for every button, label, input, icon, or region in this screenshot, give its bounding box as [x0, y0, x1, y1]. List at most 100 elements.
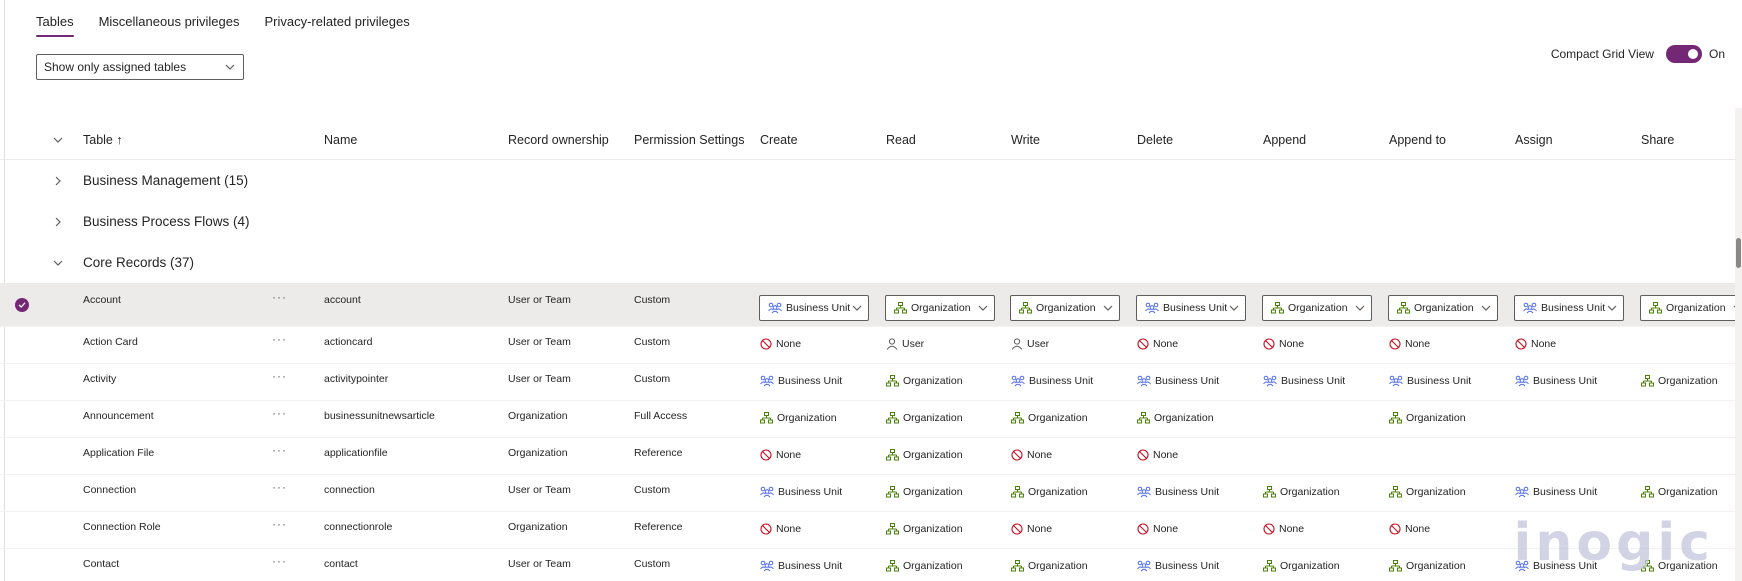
permission-dropdown-write[interactable]: Organization	[1010, 295, 1120, 321]
column-header-delete[interactable]: Delete	[1137, 133, 1173, 147]
row-more-options-button[interactable]: ···	[272, 480, 287, 494]
row-more-options-button[interactable]: ···	[272, 369, 287, 383]
column-header-append[interactable]: Append	[1263, 133, 1306, 147]
permission-share[interactable]: Organization	[1641, 486, 1718, 498]
collapse-all-chevron-icon[interactable]	[52, 134, 64, 146]
row-more-options-button[interactable]: ···	[272, 443, 287, 457]
column-header-read[interactable]: Read	[886, 133, 916, 147]
permission-create[interactable]: Business Unit	[760, 375, 842, 387]
permission-append[interactable]: Organization	[1263, 560, 1340, 572]
permission-create[interactable]: Business Unit	[760, 486, 842, 498]
permission-create[interactable]: Business Unit	[760, 560, 842, 572]
group-business-process-flows[interactable]: Business Process Flows (4)	[0, 201, 1735, 242]
table-row[interactable]: Application File ··· applicationfile Organi…	[0, 438, 1735, 475]
column-header-share[interactable]: Share	[1641, 133, 1674, 147]
row-more-options-button[interactable]: ···	[272, 554, 287, 568]
column-header-name[interactable]: Name	[324, 133, 357, 147]
row-more-options-button[interactable]: ···	[272, 290, 287, 304]
permission-write[interactable]: Organization	[1011, 560, 1088, 572]
permission-append[interactable]: None	[1263, 523, 1304, 535]
permission-delete[interactable]: Business Unit	[1137, 486, 1219, 498]
tab-privacy-related-privileges[interactable]: Privacy-related privileges	[264, 14, 409, 37]
grid-header: Table ↑ Name Record ownership Permission…	[0, 120, 1735, 160]
column-header-assign[interactable]: Assign	[1515, 133, 1553, 147]
permission-value: Organization	[1019, 302, 1096, 314]
permission-create[interactable]: None	[760, 449, 801, 461]
permission-assign[interactable]: None	[1515, 338, 1556, 350]
column-header-permission-settings[interactable]: Permission Settings	[634, 133, 744, 147]
table-row[interactable]: Activity ··· activitypointer User or Team Cu…	[0, 364, 1735, 401]
row-more-options-button[interactable]: ···	[272, 332, 287, 346]
permission-delete[interactable]: None	[1137, 523, 1178, 535]
permission-write[interactable]: None	[1011, 449, 1052, 461]
group-business-management[interactable]: Business Management (15)	[0, 160, 1735, 201]
permission-read[interactable]: User	[886, 338, 924, 350]
permission-read[interactable]: Organization	[886, 560, 963, 572]
permission-read[interactable]: Organization	[886, 523, 963, 535]
permission-write[interactable]: Business Unit	[1011, 375, 1093, 387]
column-header-append-to[interactable]: Append to	[1389, 133, 1446, 147]
permission-append-to[interactable]: Organization	[1389, 560, 1466, 572]
group-core-records[interactable]: Core Records (37)	[0, 242, 1735, 283]
row-selected-check-icon[interactable]	[15, 298, 29, 312]
permission-append-to[interactable]: Organization	[1389, 486, 1466, 498]
permission-delete[interactable]: None	[1137, 338, 1178, 350]
permission-delete[interactable]: Business Unit	[1137, 560, 1219, 572]
permission-append-to[interactable]: None	[1389, 338, 1430, 350]
permission-delete[interactable]: Organization	[1137, 412, 1214, 424]
permission-dropdown-create[interactable]: Business Unit	[759, 295, 869, 321]
permission-append[interactable]: Business Unit	[1263, 375, 1345, 387]
permission-write[interactable]: Organization	[1011, 412, 1088, 424]
permission-dropdown-append-to[interactable]: Organization	[1388, 295, 1498, 321]
permission-append-to[interactable]: None	[1389, 523, 1430, 535]
table-row[interactable]: Account ··· account User or Team Custom Busi…	[0, 283, 1742, 327]
permission-append[interactable]: None	[1263, 338, 1304, 350]
permission-dropdown-assign[interactable]: Business Unit	[1514, 295, 1624, 321]
permission-append-to[interactable]: Business Unit	[1389, 375, 1471, 387]
table-row[interactable]: Contact ··· contact User or Team Custom Busin…	[0, 549, 1735, 581]
permission-dropdown-read[interactable]: Organization	[885, 295, 995, 321]
permission-write[interactable]: Organization	[1011, 486, 1088, 498]
permission-assign[interactable]: Business Unit	[1515, 375, 1597, 387]
column-header-create[interactable]: Create	[760, 133, 798, 147]
permission-read[interactable]: Organization	[886, 375, 963, 387]
permission-create[interactable]: Organization	[760, 412, 837, 424]
row-more-options-button[interactable]: ···	[272, 406, 287, 420]
column-header-table[interactable]: Table ↑	[83, 133, 123, 147]
table-row[interactable]: Connection Role ··· connectionrole Organiza…	[0, 512, 1735, 549]
permission-value: Organization	[894, 302, 971, 314]
compact-grid-toggle[interactable]	[1665, 45, 1702, 63]
permission-append-to[interactable]: Organization	[1389, 412, 1466, 424]
permission-delete[interactable]: Business Unit	[1137, 375, 1219, 387]
column-header-write[interactable]: Write	[1011, 133, 1040, 147]
tab-miscellaneous-privileges[interactable]: Miscellaneous privileges	[99, 14, 240, 37]
permission-write[interactable]: None	[1011, 523, 1052, 535]
table-row[interactable]: Announcement ··· businessunitnewsarticle Or…	[0, 401, 1735, 438]
permission-assign[interactable]: Business Unit	[1515, 486, 1597, 498]
permission-read[interactable]: Organization	[886, 449, 963, 461]
scrollbar-thumb[interactable]	[1736, 238, 1741, 268]
permission-share[interactable]: Organization	[1641, 375, 1718, 387]
permission-create[interactable]: None	[760, 338, 801, 350]
column-header-record-ownership[interactable]: Record ownership	[508, 133, 609, 147]
permission-append[interactable]: Organization	[1263, 486, 1340, 498]
permission-delete[interactable]: None	[1137, 449, 1178, 461]
table-filter-dropdown[interactable]: Show only assigned tables	[36, 54, 244, 80]
organization-icon	[1011, 486, 1024, 498]
tab-tables[interactable]: Tables	[36, 14, 74, 37]
permission-read[interactable]: Organization	[886, 412, 963, 424]
vertical-scrollbar[interactable]	[1735, 108, 1742, 581]
permission-dropdown-delete[interactable]: Business Unit	[1136, 295, 1246, 321]
permission-write[interactable]: User	[1011, 338, 1049, 350]
permission-create[interactable]: None	[760, 523, 801, 535]
organization-icon	[886, 449, 899, 461]
permission-label: Organization	[1154, 412, 1214, 424]
permission-dropdown-append[interactable]: Organization	[1262, 295, 1372, 321]
table-row[interactable]: Connection ··· connection User or Team Custo…	[0, 475, 1735, 512]
permission-dropdown-share[interactable]: Organization	[1640, 295, 1742, 321]
table-row[interactable]: Action Card ··· actioncard User or Team Cust…	[0, 327, 1735, 364]
row-more-options-button[interactable]: ···	[272, 517, 287, 531]
permission-read[interactable]: Organization	[886, 486, 963, 498]
compact-grid-state: On	[1708, 47, 1725, 61]
chevron-down-icon	[1607, 305, 1617, 311]
